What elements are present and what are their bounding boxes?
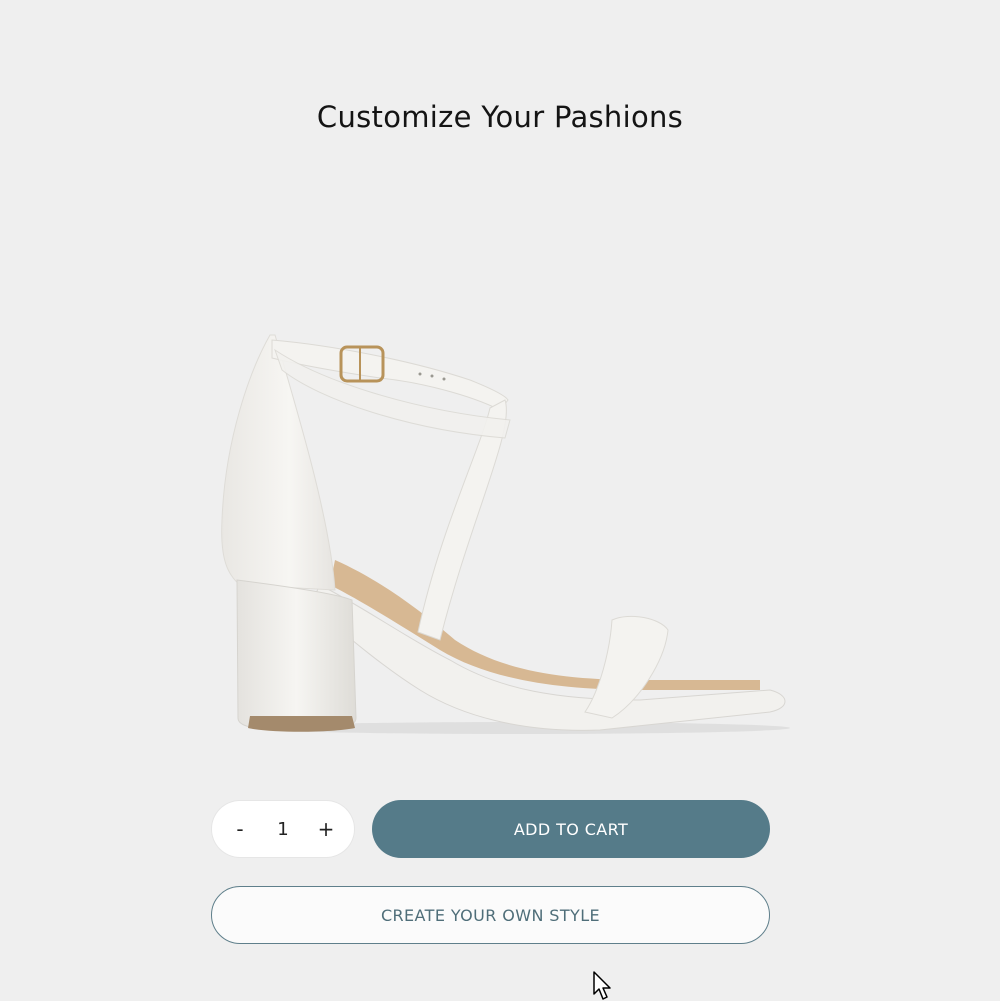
product-image bbox=[221, 334, 790, 734]
mouse-cursor-icon bbox=[593, 971, 611, 1000]
quantity-value[interactable]: 1 bbox=[263, 819, 303, 840]
decrement-button[interactable]: - bbox=[230, 814, 250, 844]
add-to-cart-button[interactable]: ADD TO CART bbox=[372, 800, 770, 858]
quantity-stepper[interactable]: - 1 + bbox=[212, 801, 354, 857]
create-your-own-style-button[interactable]: CREATE YOUR OWN STYLE bbox=[211, 886, 770, 944]
increment-button[interactable]: + bbox=[316, 814, 336, 844]
page-title: Customize Your Pashions bbox=[316, 100, 684, 134]
